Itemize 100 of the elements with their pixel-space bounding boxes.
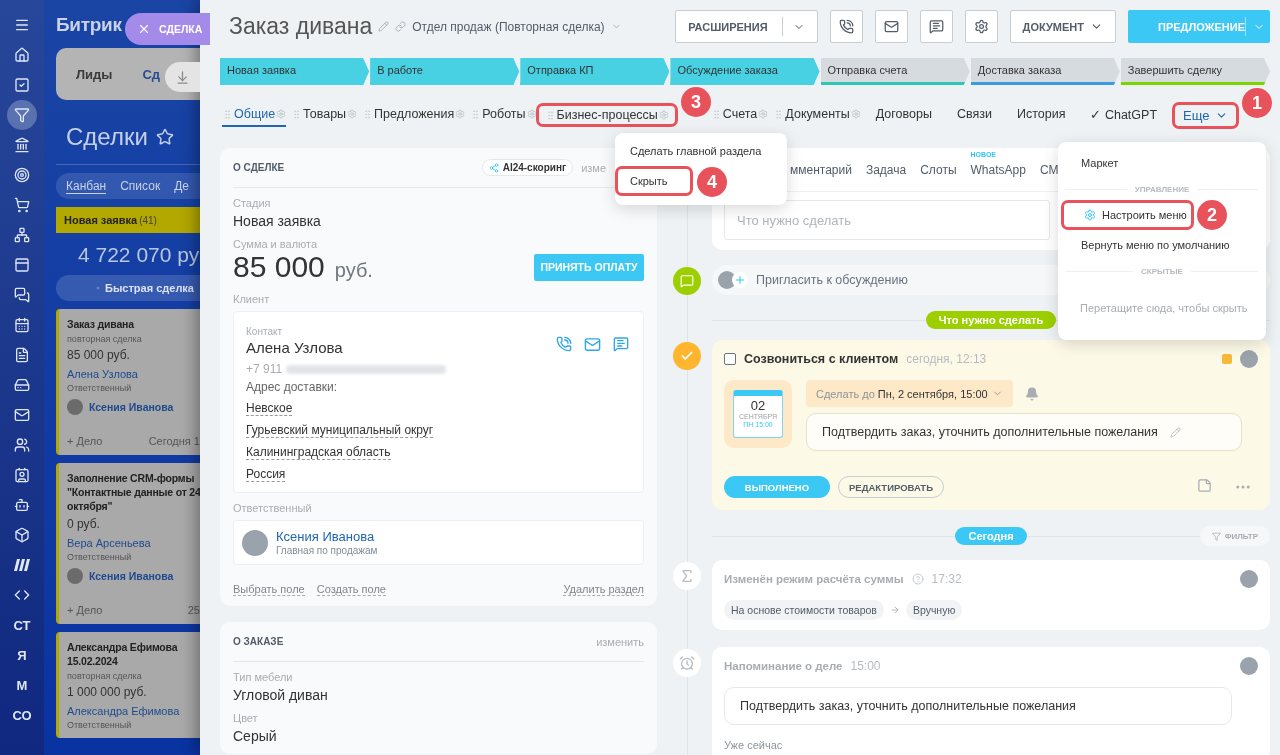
address-link[interactable]: Россия bbox=[246, 467, 286, 482]
settings-button[interactable] bbox=[964, 10, 998, 43]
phone-icon[interactable] bbox=[556, 336, 572, 352]
nav-item[interactable]: М bbox=[7, 670, 37, 700]
todo-divider-pill: Что нужно сделать bbox=[925, 311, 1057, 329]
filter-icon bbox=[14, 107, 30, 123]
menu-item[interactable]: Скрыть bbox=[615, 166, 693, 196]
stage-step[interactable]: Новая заявка bbox=[220, 58, 370, 85]
sigma-icon bbox=[673, 562, 701, 590]
section-tab[interactable]: Предложения bbox=[362, 103, 466, 127]
menu-item[interactable]: Маркет bbox=[1058, 148, 1134, 178]
address-link[interactable]: Гурьевский муниципальный округ bbox=[246, 423, 434, 438]
menu-item[interactable]: Вернуть меню по умолчанию bbox=[1058, 230, 1245, 260]
category-dropdown[interactable]: Отдел продаж (Повторная сделка) bbox=[412, 19, 605, 34]
entity-tab[interactable]: Сд bbox=[142, 66, 161, 82]
document-button[interactable]: ДОКУМЕНТ bbox=[1009, 10, 1116, 43]
stage-step[interactable]: Доставка заказа bbox=[970, 58, 1120, 85]
deal-card[interactable]: Заказ дивана повторная сделка 85 000 руб. Алена Узлова Ответственный Ксения Иванова + Дело Сегодня 1 bbox=[56, 309, 200, 455]
stage-step[interactable]: В работе bbox=[370, 58, 520, 85]
calendar-day: 02 bbox=[750, 398, 766, 413]
settings-icon bbox=[276, 109, 287, 119]
section-tab[interactable]: Счета bbox=[710, 103, 769, 127]
settings-icon bbox=[1084, 209, 1096, 221]
menu-hint: Перетащите сюда, чтобы скрыть bbox=[1079, 301, 1249, 316]
section-tab[interactable]: Общие bbox=[222, 103, 287, 127]
section-tab[interactable]: ✓ ChatGPT bbox=[1080, 102, 1168, 128]
section-tab[interactable]: Бизнес-процессы bbox=[535, 103, 678, 127]
section-tab[interactable]: Договоры bbox=[865, 103, 942, 127]
field-link[interactable]: Выбрать поле bbox=[233, 583, 305, 596]
nodes-icon bbox=[488, 162, 499, 173]
section-tab[interactable]: Роботы bbox=[470, 103, 537, 127]
responsible-link[interactable]: Ксения Иванова bbox=[89, 570, 174, 582]
mail-icon[interactable] bbox=[584, 336, 601, 353]
contact-name[interactable]: Алена Узлова bbox=[246, 339, 343, 356]
deal-card[interactable]: Заполнение CRM-формы "Контактные данные от 24 октября" 0 руб. Вера Арсеньева Ответственный Ксения Иванова + Дело 25 bbox=[56, 463, 200, 624]
field-value: Новая заявка bbox=[233, 213, 322, 229]
close-icon bbox=[137, 22, 151, 36]
stage-step[interactable]: Завершить сделку bbox=[1120, 58, 1270, 85]
field-label: Цвет bbox=[233, 712, 259, 724]
comment-icon bbox=[673, 267, 701, 295]
section-tab[interactable]: Документы bbox=[773, 103, 861, 127]
checkbox[interactable] bbox=[724, 353, 736, 365]
menu-item[interactable]: Настроить меню bbox=[1061, 200, 1194, 230]
today-divider-pill: Сегодня bbox=[955, 527, 1027, 545]
more-tab[interactable]: Еще bbox=[1172, 101, 1240, 129]
menu-item[interactable]: Сделать главной раздела bbox=[615, 136, 777, 166]
email-button[interactable] bbox=[874, 10, 908, 43]
section-tab[interactable]: История bbox=[1006, 103, 1076, 127]
composer-tab[interactable]: Слоты bbox=[920, 162, 957, 177]
old-value-tag: На основе стоимости товаров bbox=[724, 600, 884, 620]
view-tab[interactable]: Список bbox=[120, 178, 161, 194]
entity-tab[interactable]: Лиды bbox=[76, 66, 113, 82]
delete-section-link[interactable]: Удалить раздел bbox=[563, 583, 644, 596]
client-link[interactable]: Алена Узлова bbox=[67, 368, 200, 380]
responsible-link[interactable]: Ксения Иванова bbox=[89, 401, 174, 413]
responsible-label: Ответственный bbox=[67, 552, 133, 562]
reminder-status: Уже сейчас bbox=[724, 739, 784, 751]
view-tab[interactable]: Канбан bbox=[66, 178, 107, 194]
composer-tab[interactable]: Задача bbox=[865, 162, 907, 177]
settings-icon bbox=[973, 19, 989, 34]
scoring-button[interactable]: AI24-скоринг bbox=[481, 159, 574, 176]
nodes-icon bbox=[14, 227, 30, 243]
slash-logo-icon bbox=[14, 558, 30, 572]
nav-item[interactable] bbox=[7, 100, 37, 130]
address-link[interactable]: Невское bbox=[246, 401, 293, 416]
client-link[interactable]: Вера Арсеньева bbox=[67, 537, 200, 549]
task-input[interactable]: Что нужно сделать bbox=[724, 200, 1050, 240]
address-link[interactable]: Калининградская область bbox=[246, 445, 391, 460]
deal-card-title: Заполнение CRM-формы bbox=[67, 471, 196, 485]
nav-item[interactable]: СО bbox=[7, 700, 37, 730]
composer-tab[interactable]: мментарий bbox=[790, 162, 852, 177]
nav-item[interactable]: СТ bbox=[7, 610, 37, 640]
section-tab[interactable]: Товары bbox=[291, 103, 358, 127]
extensions-button[interactable]: РАСШИРЕНИЯ bbox=[675, 10, 818, 43]
document-icon bbox=[14, 347, 30, 363]
responsible-link[interactable]: Ксения Иванова bbox=[276, 529, 378, 544]
view-tab[interactable]: Де bbox=[174, 178, 189, 194]
field-link[interactable]: Создать поле bbox=[316, 583, 386, 596]
comment-text: Подтвердить заказ, уточнить дополнительные пожелания bbox=[822, 425, 1158, 439]
composer-tab[interactable]: СМ bbox=[1039, 162, 1059, 177]
stage-step[interactable]: Отправка счета bbox=[820, 58, 970, 85]
deal-card-subtitle: повторная сделка bbox=[67, 671, 143, 681]
stage-step[interactable]: Обсуждение заказа bbox=[670, 58, 820, 85]
section-tab[interactable]: Связи bbox=[946, 103, 1002, 127]
cart-icon bbox=[14, 197, 30, 213]
client-link[interactable]: Александра Ефимова bbox=[67, 705, 200, 717]
quick-add-button[interactable]: Быстрая сделка bbox=[56, 275, 200, 301]
stage-step[interactable]: Отправка КП bbox=[520, 58, 670, 85]
history-title: Изменён режим расчёта суммы bbox=[724, 573, 904, 585]
reminder-text: Подтвердить заказ, уточнить дополнительные пожелания bbox=[740, 699, 1076, 713]
deadline-button[interactable]: Сделать до Пн, 2 сентября, 15:00 bbox=[806, 380, 1013, 407]
nav-item[interactable]: Я bbox=[7, 640, 37, 670]
deal-card[interactable]: Александра Ефимова 15.02.2024 повторная сделка 1 000 000 руб. Александра Ефимова Ответственный bbox=[56, 632, 200, 738]
chat-icon[interactable] bbox=[613, 336, 629, 352]
star-icon[interactable] bbox=[155, 128, 174, 146]
column-title: Новая заявка bbox=[64, 214, 138, 226]
chat-button[interactable] bbox=[919, 10, 953, 43]
filter-icon bbox=[1211, 531, 1221, 541]
address-label: Адрес доставки: bbox=[246, 380, 339, 394]
call-button[interactable] bbox=[829, 10, 863, 43]
